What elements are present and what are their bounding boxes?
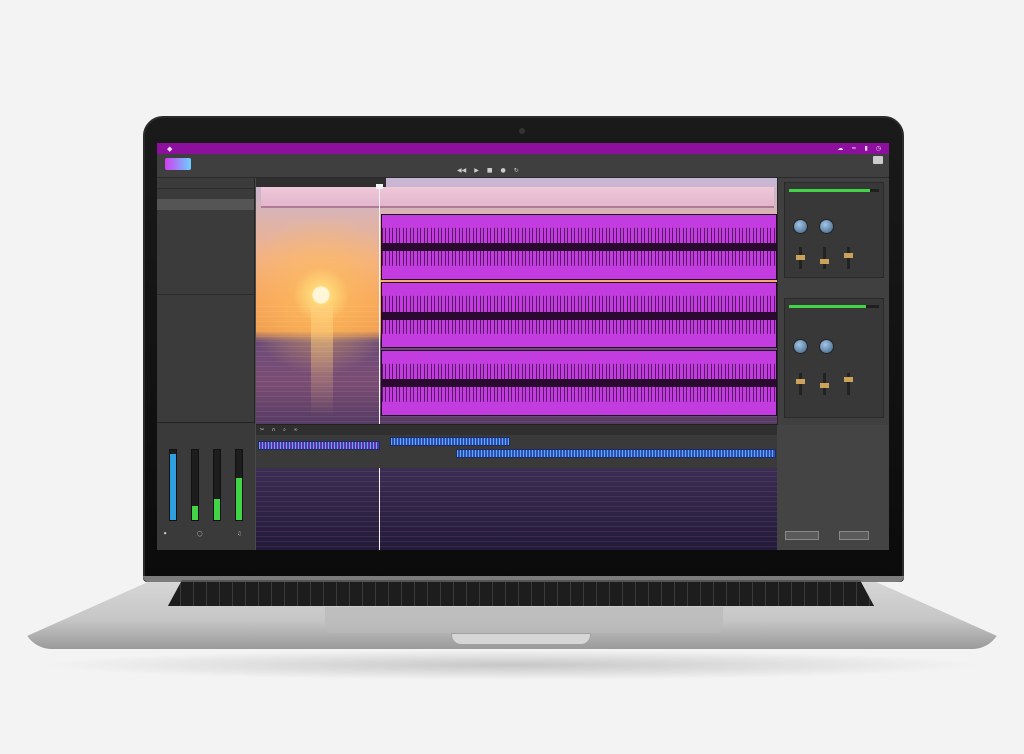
window-control-button[interactable]	[873, 156, 883, 164]
fader[interactable]	[844, 247, 853, 269]
fader[interactable]	[796, 373, 805, 395]
record-icon[interactable]: ●	[501, 167, 506, 174]
effect-section	[784, 298, 884, 418]
fader[interactable]	[844, 373, 853, 395]
fader-handle[interactable]	[820, 383, 829, 388]
effect-section	[784, 182, 884, 278]
effect-section-title	[785, 183, 883, 187]
playhead[interactable]	[376, 184, 383, 550]
effect-section-title	[785, 299, 883, 303]
fader[interactable]	[820, 247, 829, 269]
mixer-panel: ⚫ ◯ ♫	[157, 422, 255, 550]
level-bar	[789, 305, 879, 308]
clip-waveform	[391, 438, 509, 445]
fader-handle[interactable]	[796, 255, 805, 260]
level-meter-fill	[170, 453, 176, 520]
battery-icon[interactable]: ▮	[864, 145, 867, 152]
level-meter	[213, 449, 221, 521]
panel-button[interactable]	[839, 531, 869, 540]
panel-button[interactable]	[785, 531, 819, 540]
app-logo	[165, 158, 191, 170]
scissors-icon[interactable]: ✂	[260, 427, 264, 433]
audio-track[interactable]	[381, 350, 777, 416]
gain-knob[interactable]	[793, 339, 808, 354]
waveform-band	[382, 379, 776, 387]
project-row[interactable]	[157, 232, 254, 243]
clip-waveform	[457, 450, 775, 457]
app-toolbar: ◀◀ ▶ ■ ● ↻	[157, 154, 889, 178]
timeline-clip[interactable]	[258, 441, 380, 450]
menu-bar: ◆ ☁ ≈ ▮ ◷	[157, 143, 889, 154]
fader[interactable]	[820, 373, 829, 395]
play-icon[interactable]: ▶	[474, 167, 479, 174]
link-icon[interactable]: ∞	[293, 427, 297, 433]
audio-track[interactable]	[381, 282, 777, 348]
laptop-shadow	[40, 650, 984, 680]
solo-icon[interactable]: ◯	[197, 531, 203, 537]
camera-icon	[519, 128, 525, 134]
level-meter	[191, 449, 199, 521]
timeline-strip: ✂ ∩ ⌕ ∞	[256, 424, 777, 468]
level-meter-fill	[236, 478, 242, 520]
clip-waveform	[259, 442, 379, 449]
timeline-toolbar: ✂ ∩ ⌕ ∞	[256, 425, 777, 435]
stop-icon[interactable]: ■	[487, 167, 493, 174]
mute-icon[interactable]: ⚫	[163, 531, 167, 537]
level-bar	[789, 189, 879, 192]
screen: ◆ ☁ ≈ ▮ ◷ ◀◀ ▶ ■ ● ↻ ✂ ∩ ⌕ ∞ ⚫ ◯ ♫	[157, 143, 889, 550]
browser-panel	[777, 425, 889, 550]
timeline-ruler[interactable]	[261, 187, 774, 208]
arrangement-view	[256, 178, 777, 550]
level-meter	[169, 449, 177, 521]
subpanel-row[interactable]	[157, 295, 254, 306]
zoom-icon[interactable]: ⌕	[283, 427, 286, 433]
rewind-icon[interactable]: ◀◀	[457, 167, 466, 174]
wifi-icon[interactable]: ≈	[851, 145, 856, 152]
transport-controls: ◀◀ ▶ ■ ● ↻	[457, 167, 519, 174]
gain-knob[interactable]	[793, 219, 808, 234]
cloud-icon[interactable]: ☁	[837, 145, 843, 152]
loop-icon[interactable]: ↻	[514, 167, 519, 174]
project-panel	[157, 178, 255, 422]
fader-handle[interactable]	[844, 253, 853, 258]
fader-handle[interactable]	[844, 377, 853, 382]
project-row[interactable]	[157, 243, 254, 254]
apple-icon[interactable]: ◆	[167, 145, 172, 153]
keyboard	[168, 580, 874, 606]
fader-handle[interactable]	[820, 259, 829, 264]
project-row[interactable]	[157, 265, 254, 276]
project-row[interactable]	[157, 221, 254, 232]
level-bar-fill	[789, 189, 870, 192]
level-bar-fill	[789, 305, 866, 308]
subpanel-header	[157, 284, 254, 295]
project-panel-header	[157, 178, 254, 189]
fader-handle[interactable]	[796, 379, 805, 384]
laptop-notch	[451, 633, 591, 645]
level-meter-fill	[214, 499, 220, 520]
magnet-icon[interactable]: ∩	[272, 427, 276, 433]
timeline-clip[interactable]	[456, 449, 776, 458]
trackpad	[325, 607, 723, 633]
fader[interactable]	[796, 247, 805, 269]
timeline-clip[interactable]	[390, 437, 510, 446]
waveform-band	[382, 312, 776, 321]
waveform-band	[382, 243, 776, 251]
level-meter-fill	[192, 506, 198, 520]
pan-knob[interactable]	[819, 339, 834, 354]
project-row[interactable]	[157, 199, 254, 210]
clock-icon[interactable]: ◷	[876, 145, 881, 152]
project-row[interactable]	[157, 254, 254, 265]
project-row[interactable]	[157, 210, 254, 221]
sequence-tabs	[256, 178, 386, 187]
audio-track[interactable]	[381, 214, 777, 280]
level-meter	[235, 449, 243, 521]
headphones-icon[interactable]: ♫	[237, 531, 241, 537]
pan-knob[interactable]	[819, 219, 834, 234]
